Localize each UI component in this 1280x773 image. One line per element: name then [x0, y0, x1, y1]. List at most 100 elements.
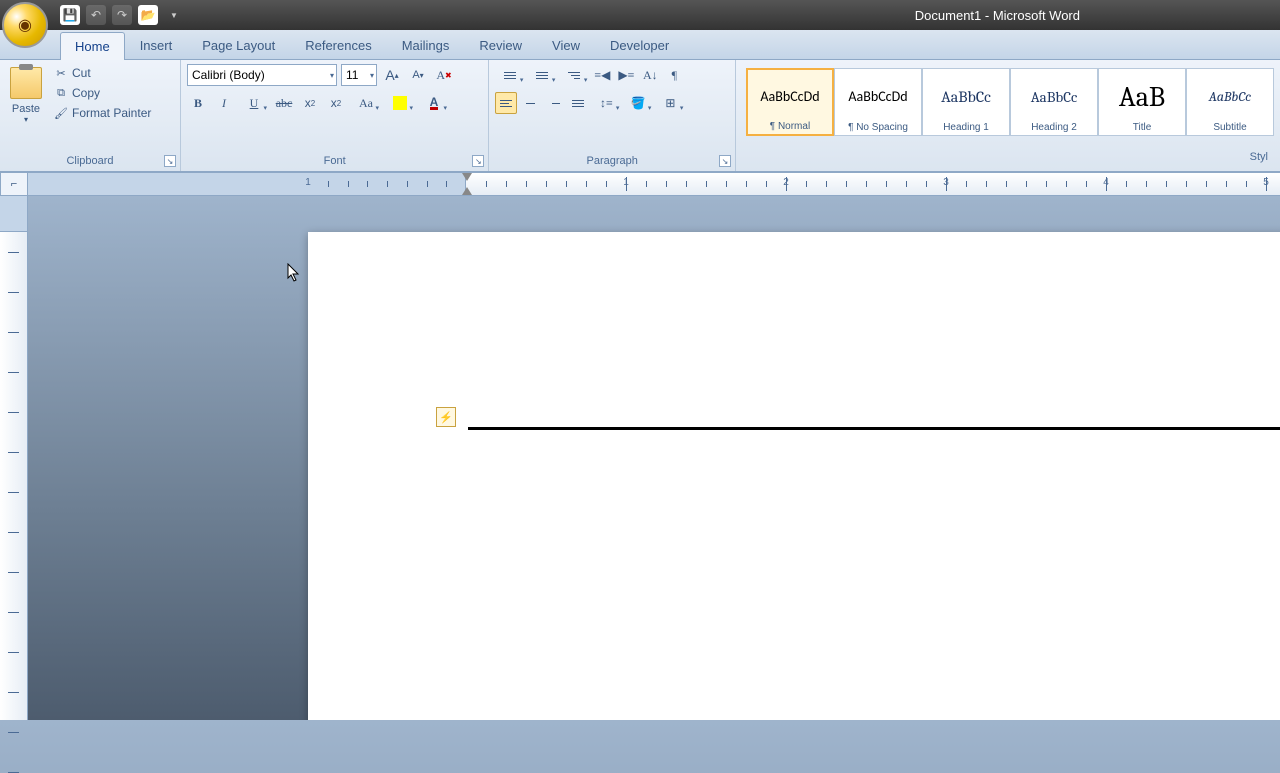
format-painter-button[interactable]: 🖌Format Painter: [50, 104, 155, 122]
document-background: ⚡: [28, 196, 1280, 720]
clear-formatting-button[interactable]: A✖: [433, 64, 455, 86]
group-label-paragraph: Paragraph: [489, 153, 735, 171]
qat-dropdown-icon[interactable]: ▼: [168, 5, 180, 25]
ruler-margin-top: [0, 196, 27, 232]
show-hide-button[interactable]: ¶: [663, 64, 685, 86]
align-right-button[interactable]: [543, 92, 565, 114]
group-paragraph: ≡◀ ▶≡ A↓ ¶ ↕≡ 🪣 ⊞ Paragraph ↘: [489, 60, 736, 171]
style-preview: AaBbCc: [1031, 71, 1078, 122]
paste-button[interactable]: Paste ▾: [6, 64, 46, 127]
subscript-button[interactable]: x2: [299, 92, 321, 114]
bullets-button[interactable]: [495, 64, 525, 86]
redo-icon[interactable]: ↷: [112, 5, 132, 25]
justify-icon: [572, 100, 584, 107]
tab-page-layout[interactable]: Page Layout: [187, 31, 290, 59]
bold-button[interactable]: B: [187, 92, 209, 114]
style-name-label: Title: [1133, 122, 1152, 133]
horizontal-line-shape[interactable]: [468, 427, 1280, 430]
paint-bucket-icon: 🪣: [631, 96, 646, 110]
tab-developer[interactable]: Developer: [595, 31, 684, 59]
font-launcher-icon[interactable]: ↘: [472, 155, 484, 167]
paste-icon: [10, 67, 42, 99]
style-preview: AaB: [1119, 71, 1165, 122]
save-icon[interactable]: 💾: [60, 5, 80, 25]
undo-icon[interactable]: ↶: [86, 5, 106, 25]
tab-insert[interactable]: Insert: [125, 31, 188, 59]
font-color-icon: A: [430, 97, 439, 110]
style-title[interactable]: AaBTitle: [1098, 68, 1186, 136]
increase-indent-button[interactable]: ▶≡: [615, 64, 637, 86]
shading-button[interactable]: 🪣: [623, 92, 653, 114]
highlight-button[interactable]: [385, 92, 415, 114]
style-name-label: ¶ Normal: [770, 121, 810, 132]
font-size-combo[interactable]: 11▾: [341, 64, 377, 86]
grow-font-button[interactable]: A▴: [381, 64, 403, 86]
style-preview: AaBbCcDd: [848, 71, 907, 122]
align-center-button[interactable]: [519, 92, 541, 114]
style-preview: AaBbCc: [941, 71, 991, 122]
style-subtitle[interactable]: AaBbCcSubtitle: [1186, 68, 1274, 136]
style-name-label: ¶ No Spacing: [848, 122, 908, 133]
ruler-margin-left: [28, 173, 466, 195]
align-left-button[interactable]: [495, 92, 517, 114]
copy-button[interactable]: ⧉Copy: [50, 84, 155, 102]
shrink-font-button[interactable]: A▾: [407, 64, 429, 86]
tab-mailings[interactable]: Mailings: [387, 31, 465, 59]
open-icon[interactable]: 📂: [138, 5, 158, 25]
tab-review[interactable]: Review: [464, 31, 537, 59]
style-name-label: Heading 1: [943, 122, 989, 133]
justify-button[interactable]: [567, 92, 589, 114]
numbering-button[interactable]: [527, 64, 557, 86]
strikethrough-button[interactable]: abc: [273, 92, 295, 114]
style-nospacing[interactable]: AaBbCcDd¶ No Spacing: [834, 68, 922, 136]
decrease-indent-button[interactable]: ≡◀: [591, 64, 613, 86]
line-spacing-button[interactable]: ↕≡: [591, 92, 621, 114]
style-normal[interactable]: AaBbCcDd¶ Normal: [746, 68, 834, 136]
hanging-indent-marker[interactable]: [462, 187, 472, 195]
numbering-icon: [536, 72, 548, 79]
font-color-button[interactable]: A: [419, 92, 449, 114]
bullets-icon: [504, 72, 516, 79]
tab-references[interactable]: References: [290, 31, 386, 59]
superscript-button[interactable]: x2: [325, 92, 347, 114]
multilevel-icon: [568, 72, 580, 79]
paste-label: Paste: [12, 103, 40, 115]
first-line-indent-marker[interactable]: [462, 173, 472, 181]
horizontal-ruler[interactable]: 112345: [28, 172, 1280, 196]
group-label-clipboard: Clipboard: [0, 153, 180, 171]
office-button[interactable]: ◉: [2, 2, 48, 48]
style-h1[interactable]: AaBbCcHeading 1: [922, 68, 1010, 136]
tab-selector[interactable]: ⌐: [0, 172, 28, 196]
clipboard-launcher-icon[interactable]: ↘: [164, 155, 176, 167]
align-center-icon: [524, 100, 536, 107]
style-name-label: Heading 2: [1031, 122, 1077, 133]
ribbon: Paste ▾ ✂Cut ⧉Copy 🖌Format Painter Clipb…: [0, 60, 1280, 172]
window-title: Document1 - Microsoft Word: [915, 8, 1080, 23]
style-preview: AaBbCc: [1209, 71, 1251, 122]
cut-button[interactable]: ✂Cut: [50, 64, 155, 82]
scissors-icon: ✂: [54, 66, 68, 80]
change-case-button[interactable]: Aa: [351, 92, 381, 114]
align-right-icon: [548, 100, 560, 107]
chevron-down-icon: ▾: [370, 71, 374, 80]
page[interactable]: ⚡: [308, 232, 1280, 720]
autocorrect-options-icon[interactable]: ⚡: [436, 407, 456, 427]
group-label-font: Font: [181, 153, 488, 171]
italic-button[interactable]: I: [213, 92, 235, 114]
paste-dropdown-icon[interactable]: ▾: [24, 115, 28, 124]
underline-button[interactable]: U: [239, 92, 269, 114]
group-clipboard: Paste ▾ ✂Cut ⧉Copy 🖌Format Painter Clipb…: [0, 60, 181, 171]
tab-home[interactable]: Home: [60, 32, 125, 60]
borders-button[interactable]: ⊞: [655, 92, 685, 114]
paragraph-launcher-icon[interactable]: ↘: [719, 155, 731, 167]
vertical-ruler[interactable]: [0, 196, 28, 720]
brush-icon: 🖌: [54, 106, 68, 120]
sort-button[interactable]: A↓: [639, 64, 661, 86]
chevron-down-icon: ▾: [330, 71, 334, 80]
multilevel-list-button[interactable]: [559, 64, 589, 86]
tab-view[interactable]: View: [537, 31, 595, 59]
font-name-combo[interactable]: Calibri (Body)▾: [187, 64, 337, 86]
quick-access-toolbar: 💾 ↶ ↷ 📂 ▼: [60, 5, 180, 25]
style-h2[interactable]: AaBbCcHeading 2: [1010, 68, 1098, 136]
document-area: ⚡: [0, 196, 1280, 720]
